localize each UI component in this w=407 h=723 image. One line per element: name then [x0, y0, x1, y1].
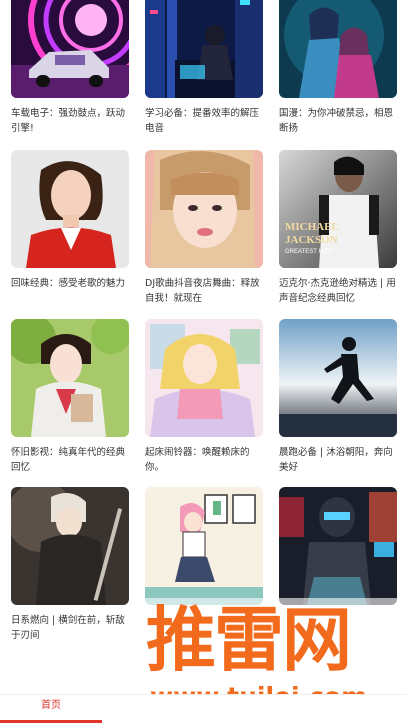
city-night-cover[interactable]	[145, 0, 263, 98]
dancer-illustration-cover[interactable]	[145, 487, 263, 605]
drama-woman-cover[interactable]	[11, 319, 129, 437]
playlist-title[interactable]: 回味经典：感受老歌的魅力	[11, 276, 131, 291]
playlist-card[interactable]	[279, 487, 399, 613]
playlist-title[interactable]: 迈克尔·杰克逊绝对精选 | 用声音纪念经典回忆	[279, 276, 399, 306]
playlist-title[interactable]: 日系燃向 | 横剑在前，斩敌于刃间	[11, 613, 131, 643]
playlist-card[interactable]: DJ歌曲抖音夜店舞曲：释放自我！就现在	[145, 150, 265, 306]
playlist-title[interactable]: DJ歌曲抖音夜店舞曲：释放自我！就现在	[145, 276, 265, 306]
playlist-card[interactable]: 回味经典：感受老歌的魅力	[11, 150, 131, 291]
playlist-card[interactable]: MICHAEL JACKSON GREATEST HITS 迈克尔·杰克逊绝对精…	[279, 150, 399, 306]
bottom-tabbar: 首页	[0, 694, 407, 723]
sailor-moon-cover[interactable]	[145, 319, 263, 437]
playlist-card[interactable]: 起床闹铃器：唤醒赖床的你。	[145, 319, 265, 475]
runner-cover[interactable]	[279, 319, 397, 437]
knight-cover[interactable]	[11, 487, 129, 605]
michael-jackson-cover[interactable]: MICHAEL JACKSON GREATEST HITS	[279, 150, 397, 268]
playlist-title[interactable]: 车载电子：强劲鼓点，跃动引擎!	[11, 106, 131, 136]
cover-text: JACKSON	[285, 234, 338, 246]
playlist-card[interactable]: 车载电子：强劲鼓点，跃动引擎!	[11, 0, 131, 136]
cover-text: GREATEST HITS	[285, 249, 332, 255]
car-neon-cover[interactable]	[11, 0, 129, 98]
playlist-title[interactable]: 国漫：为你冲破禁忌，相恩断扬	[279, 106, 399, 136]
tab-home[interactable]: 首页	[0, 695, 102, 723]
playlist-card[interactable]: 日系燃向 | 横剑在前，斩敌于刃间	[11, 487, 131, 643]
playlist-title[interactable]: 学习必备：提番效率的解压电音	[145, 106, 265, 136]
playlist-card[interactable]	[145, 487, 265, 613]
playlist-card[interactable]: 学习必备：提番效率的解压电音	[145, 0, 265, 136]
playlist-title[interactable]: 起床闹铃器：唤醒赖床的你。	[145, 445, 265, 475]
playlist-title[interactable]: 晨跑必备 | 沐浴朝阳，奔向美好	[279, 445, 399, 475]
playlist-card[interactable]: 晨跑必备 | 沐浴朝阳，奔向美好	[279, 319, 399, 475]
watermark-logo: 推雷网	[146, 599, 352, 681]
cover-text: MICHAEL	[285, 221, 339, 233]
tab-home-label: 首页	[41, 700, 61, 711]
woman-portrait-cover[interactable]	[145, 150, 263, 268]
woman-red-cover[interactable]	[11, 150, 129, 268]
robot-city-cover[interactable]	[279, 487, 397, 605]
playlist-card[interactable]: 怀旧影视：纯真年代的经典回忆	[11, 319, 131, 475]
anime-couple-cover[interactable]	[279, 0, 397, 98]
playlist-title[interactable]: 怀旧影视：纯真年代的经典回忆	[11, 445, 131, 475]
playlist-card[interactable]: 国漫：为你冲破禁忌，相恩断扬	[279, 0, 399, 136]
